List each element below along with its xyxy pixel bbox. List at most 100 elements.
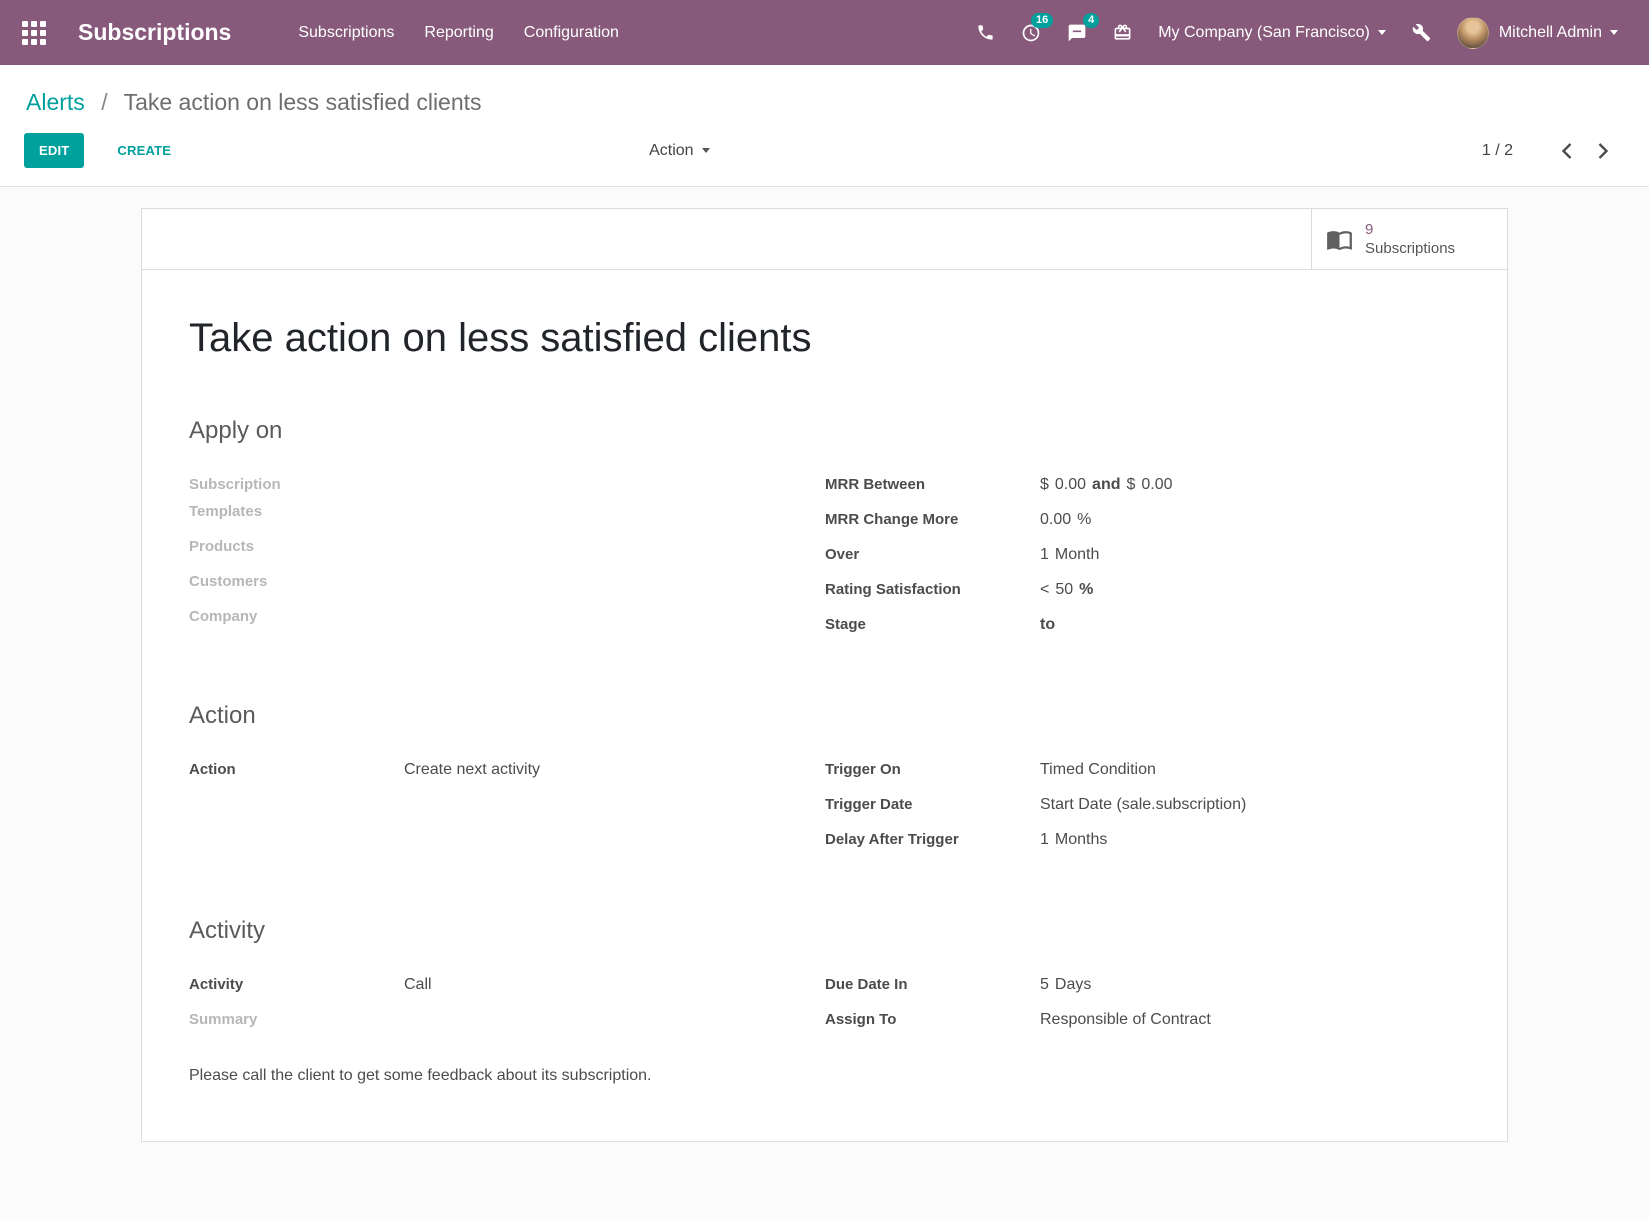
section-action: Action Action Create next activity Trigg… [189,702,1443,861]
field-value-activity: Call [404,971,438,998]
field-label-due-date-in: Due Date In [825,971,1040,998]
messages-count-badge: 4 [1083,13,1099,28]
menu-subscriptions[interactable]: Subscriptions [283,0,409,65]
breadcrumb-alerts-link[interactable]: Alerts [26,89,85,115]
field-assign-to: Assign To Responsible of Contract [825,1006,1443,1033]
field-mrr-change-more: MRR Change More 0.00 % [825,506,1443,533]
main-menu: Subscriptions Reporting Configuration [283,0,634,65]
field-value-mrr-between: $ 0.00 and $ 0.00 [1040,471,1179,498]
activity-right-column: Due Date In 5 Days Assign To Responsible… [825,971,1443,1041]
edit-button[interactable]: EDIT [24,133,84,168]
breadcrumb-current: Take action on less satisfied clients [124,89,482,115]
field-value-stage: to [1040,611,1061,638]
top-navbar: Subscriptions Subscriptions Reporting Co… [0,0,1649,65]
field-value-action: Create next activity [404,756,546,783]
pager-previous-button[interactable] [1549,138,1585,164]
voip-phone-button[interactable] [963,0,1008,65]
stat-label: Subscriptions [1365,239,1455,259]
company-name: My Company (San Francisco) [1158,24,1370,42]
field-company: Company [189,603,825,630]
action-menu-button[interactable]: Action [649,142,709,160]
field-subscription-templates: Subscription Templates [189,471,825,525]
company-switcher[interactable]: My Company (San Francisco) [1145,0,1399,65]
field-due-date-in: Due Date In 5 Days [825,971,1443,998]
action-left-column: Action Create next activity [189,756,825,861]
phone-icon [976,23,995,42]
field-summary: Summary [189,1006,825,1033]
form-sheet: 9 Subscriptions Take action on less sati… [141,208,1508,1142]
field-label-assign-to: Assign To [825,1006,1040,1033]
button-box: 9 Subscriptions [142,209,1507,270]
field-label-subscription-templates: Subscription Templates [189,471,329,525]
open-book-icon [1326,226,1353,253]
field-value-over: 1 Month [1040,541,1105,568]
field-value-rating-satisfaction: < 50 % [1040,576,1099,603]
user-name: Mitchell Admin [1499,24,1602,42]
action-right-column: Trigger On Timed Condition Trigger Date … [825,756,1443,861]
debug-tools-button[interactable] [1399,0,1444,65]
field-label-rating-satisfaction: Rating Satisfaction [825,576,1040,603]
record-title: Take action on less satisfied clients [189,316,1443,361]
pager: 1 / 2 [1482,138,1621,164]
menu-reporting[interactable]: Reporting [409,0,508,65]
rewards-button[interactable] [1100,0,1145,65]
field-label-trigger-on: Trigger On [825,756,1040,783]
app-brand[interactable]: Subscriptions [78,19,231,46]
field-label-trigger-date: Trigger Date [825,791,1040,818]
content-area: 9 Subscriptions Take action on less sati… [0,187,1649,1221]
section-apply-on: Apply on Subscription Templates Products… [189,417,1443,646]
breadcrumb: Alerts / Take action on less satisfied c… [0,65,1649,118]
field-trigger-on: Trigger On Timed Condition [825,756,1443,783]
subscriptions-stat-button[interactable]: 9 Subscriptions [1311,209,1507,269]
field-value-assign-to: Responsible of Contract [1040,1006,1217,1033]
field-label-stage: Stage [825,611,1040,638]
activity-heading: Activity [189,917,1443,945]
field-activity: Activity Call [189,971,825,998]
field-stage: Stage to [825,611,1443,638]
breadcrumb-separator: / [101,89,107,115]
activity-note: Please call the client to get some feedb… [189,1067,1443,1085]
pager-value: 1 / 2 [1482,142,1513,160]
caret-down-icon [702,148,710,153]
activities-button[interactable]: 16 [1008,0,1054,65]
field-label-activity: Activity [189,971,404,998]
apps-grid-icon [22,21,46,45]
field-delay-after-trigger: Delay After Trigger 1 Months [825,826,1443,853]
field-products: Products [189,533,825,560]
messages-button[interactable]: 4 [1054,0,1100,65]
wrench-icon [1412,23,1431,42]
field-trigger-date: Trigger Date Start Date (sale.subscripti… [825,791,1443,818]
field-label-products: Products [189,533,329,560]
field-value-trigger-on: Timed Condition [1040,756,1162,783]
chevron-right-icon [1597,142,1609,160]
field-value-mrr-change-more: 0.00 % [1040,506,1097,533]
activity-left-column: Activity Call Summary [189,971,825,1041]
caret-down-icon [1610,30,1618,35]
field-label-company: Company [189,603,329,630]
apply-on-right-column: MRR Between $ 0.00 and $ 0.00 MRR Change… [825,471,1443,646]
field-action: Action Create next activity [189,756,825,783]
chevron-left-icon [1561,142,1573,160]
field-value-delay-after-trigger: 1 Months [1040,826,1113,853]
stat-count: 9 [1365,220,1455,240]
field-label-over: Over [825,541,1040,568]
menu-configuration[interactable]: Configuration [509,0,634,65]
field-mrr-between: MRR Between $ 0.00 and $ 0.00 [825,471,1443,498]
apps-menu-button[interactable] [16,15,52,51]
sheet-body: Take action on less satisfied clients Ap… [142,316,1507,1129]
activities-count-badge: 16 [1031,13,1053,28]
user-menu[interactable]: Mitchell Admin [1444,0,1631,65]
pager-next-button[interactable] [1585,138,1621,164]
field-label-mrr-between: MRR Between [825,471,1040,498]
action-heading: Action [189,702,1443,730]
create-button[interactable]: CREATE [117,143,171,158]
field-value-due-date-in: 5 Days [1040,971,1097,998]
field-label-customers: Customers [189,568,329,595]
action-menu-label: Action [649,142,693,160]
field-value-trigger-date: Start Date (sale.subscription) [1040,791,1252,818]
apply-on-heading: Apply on [189,417,1443,445]
control-panel: EDIT CREATE Action 1 / 2 [0,118,1649,187]
avatar [1457,17,1489,49]
section-activity: Activity Activity Call Summary [189,917,1443,1085]
apply-on-left-column: Subscription Templates Products Customer… [189,471,825,646]
